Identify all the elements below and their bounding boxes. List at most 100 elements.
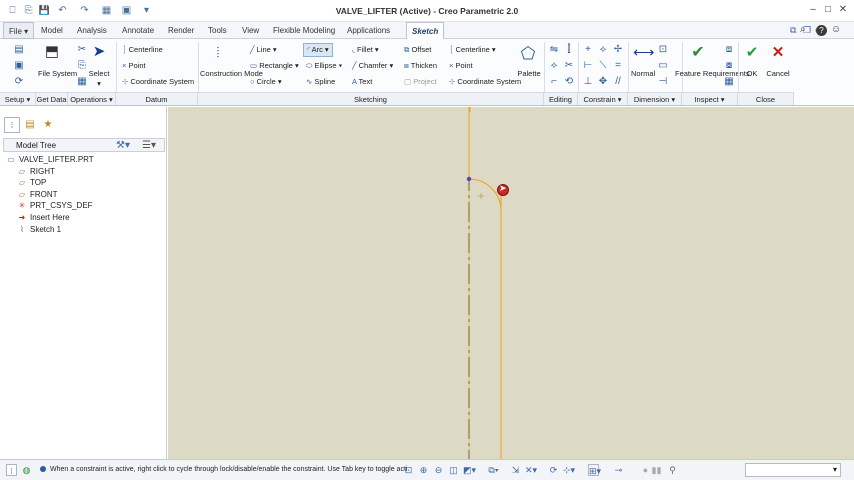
cancel-x-icon[interactable]: ✕ bbox=[770, 44, 786, 62]
group-dimension[interactable]: Dimension ▾ bbox=[628, 92, 682, 105]
normal-dimension-icon[interactable]: ⟷ bbox=[633, 44, 655, 62]
tab-file[interactable]: File ▾ bbox=[3, 22, 35, 39]
modify-icon[interactable]: ⇋ bbox=[548, 44, 560, 56]
redo-icon[interactable]: ↷ bbox=[78, 4, 91, 17]
feature-requirements-icon[interactable]: ✔ bbox=[688, 43, 708, 63]
divide-icon[interactable]: ⟡ bbox=[548, 60, 560, 72]
overlapping-geometry-icon[interactable]: ⧇ bbox=[723, 60, 735, 72]
customize-dropdown-icon[interactable]: ▾ bbox=[140, 4, 153, 17]
palette-button[interactable]: Palette bbox=[516, 69, 542, 79]
baseline-icon[interactable]: ▭ bbox=[657, 60, 669, 72]
group-operations[interactable]: Operations ▾ bbox=[68, 92, 116, 105]
saved-views-icon[interactable]: ⧉▾ bbox=[488, 464, 499, 476]
file-system-button[interactable]: File System bbox=[38, 69, 77, 79]
constrain-parallel-icon[interactable]: // bbox=[612, 76, 624, 88]
tab-sketch[interactable]: Sketch bbox=[406, 22, 444, 39]
model-tree-item[interactable]: ▱ RIGHT bbox=[16, 166, 55, 177]
repaint-icon[interactable]: ◫ bbox=[448, 464, 459, 476]
model-tree-item[interactable]: ➜ Insert Here bbox=[16, 212, 70, 223]
construction-mode-icon[interactable]: ⦙ bbox=[209, 43, 227, 61]
tree-settings-icon[interactable]: ⚒▾ bbox=[116, 140, 130, 151]
circle-button[interactable]: ○ Circle ▾ bbox=[250, 77, 282, 87]
constrain-perpendicular-icon[interactable]: ⊥ bbox=[582, 76, 594, 88]
show-filters-icon[interactable]: ☰▾ bbox=[142, 140, 156, 151]
ellipse-button[interactable]: ⬭ Ellipse ▾ bbox=[306, 61, 342, 71]
normal-dimension-button[interactable]: Normal bbox=[631, 69, 655, 79]
corner-icon[interactable]: ⌐ bbox=[548, 76, 560, 88]
cancel-button[interactable]: Cancel bbox=[764, 69, 792, 79]
constrain-midpoint-icon[interactable]: ✢ bbox=[612, 44, 624, 56]
constrain-equal-icon[interactable]: = bbox=[612, 60, 624, 72]
highlight-open-ends-icon[interactable]: ⧈ bbox=[723, 44, 735, 56]
line-button[interactable]: ╱ Line ▾ bbox=[250, 45, 277, 55]
fillet-button[interactable]: ◟ Fillet ▾ bbox=[352, 45, 379, 55]
feature-requirements-button[interactable]: Feature Requirements bbox=[675, 69, 750, 78]
tab-annotate[interactable]: Annotate bbox=[117, 22, 159, 39]
sketch-canvas[interactable] bbox=[168, 107, 854, 459]
model-tree-item[interactable]: ▱ TOP bbox=[16, 177, 46, 188]
help-windows-icon[interactable]: ⧉ bbox=[790, 25, 796, 36]
maximize-button[interactable]: □ bbox=[821, 4, 835, 17]
rotate-resize-icon[interactable]: ⟲ bbox=[563, 76, 575, 88]
model-tree-item[interactable]: ▭ VALVE_LIFTER.PRT bbox=[5, 154, 93, 165]
model-tree-item[interactable]: ⌇ Sketch 1 bbox=[16, 224, 61, 235]
shade-closed-loops-icon[interactable]: ▦ bbox=[723, 76, 735, 88]
cut-icon[interactable]: ✂ bbox=[76, 44, 88, 56]
help-icon[interactable]: ? bbox=[816, 25, 827, 36]
reference-dimension-icon[interactable]: ⊣ bbox=[657, 76, 669, 88]
mirror-icon[interactable]: ⫿ bbox=[563, 44, 575, 56]
constrain-tangent-icon[interactable]: ⟡ bbox=[597, 44, 609, 56]
save-icon[interactable]: 💾 bbox=[38, 4, 51, 17]
group-get-data[interactable]: Get Data bbox=[36, 92, 68, 105]
reference-icon[interactable]: ▣ bbox=[12, 60, 26, 72]
regenerate-icon[interactable]: ▦ bbox=[100, 4, 113, 17]
thicken-button[interactable]: ⧈ Thicken bbox=[404, 61, 437, 71]
constrain-coincident-icon[interactable]: ⟍ bbox=[597, 60, 609, 72]
ok-button[interactable]: OK bbox=[743, 69, 761, 79]
select-arrow-icon[interactable]: ➤ bbox=[92, 44, 106, 60]
group-inspect[interactable]: Inspect ▾ bbox=[682, 92, 738, 105]
open-icon[interactable]: ⎘ bbox=[22, 4, 35, 17]
constrain-symmetric-icon[interactable]: ✥ bbox=[597, 76, 609, 88]
copy-icon[interactable]: ⎘ bbox=[76, 60, 88, 72]
tab-tools[interactable]: Tools bbox=[203, 22, 232, 39]
user-icon[interactable]: ☺ bbox=[831, 24, 841, 35]
group-sketching[interactable]: Sketching bbox=[198, 92, 544, 105]
snap-icon[interactable]: ⊸ bbox=[613, 464, 624, 476]
sketcher-display-icon[interactable]: ⊞▾ bbox=[588, 464, 601, 476]
refit-icon[interactable]: ⊡ bbox=[403, 464, 414, 476]
search-icon[interactable]: ⌕ bbox=[800, 24, 806, 35]
model-tree-item[interactable]: ▱ FRONT bbox=[16, 189, 58, 200]
datum-centerline-button[interactable]: ┆ Centerline bbox=[122, 45, 163, 55]
group-close[interactable]: Close bbox=[738, 92, 794, 105]
selection-filter-dropdown[interactable]: ▾ bbox=[745, 463, 841, 477]
folder-browser-tab-icon[interactable]: ▤ bbox=[22, 117, 38, 133]
zoom-out-icon[interactable]: ⊖ bbox=[433, 464, 444, 476]
tab-applications[interactable]: Applications bbox=[342, 22, 395, 39]
arc-button[interactable]: ◜ Arc ▾ bbox=[303, 43, 333, 57]
project-button[interactable]: ▢ Project bbox=[404, 77, 437, 87]
datum-csys-button[interactable]: ⊹ Coordinate System bbox=[122, 77, 194, 87]
undo-icon[interactable]: ↶ bbox=[56, 4, 69, 17]
windows-icon[interactable]: ▣ bbox=[120, 4, 133, 17]
model-tree-tab-icon[interactable]: ⁝ bbox=[4, 117, 20, 133]
offset-button[interactable]: ⧉ Offset bbox=[404, 45, 431, 55]
group-datum[interactable]: Datum bbox=[116, 92, 198, 105]
sketch-endpoint[interactable] bbox=[466, 176, 472, 182]
tab-render[interactable]: Render bbox=[163, 22, 199, 39]
spline-button[interactable]: ∿ Spline bbox=[306, 77, 335, 87]
browser-toggle-icon[interactable]: ◍ bbox=[21, 464, 32, 476]
chamfer-button[interactable]: ╱ Chamfer ▾ bbox=[352, 61, 393, 71]
find-icon[interactable]: ⚲ bbox=[667, 464, 678, 476]
group-constrain[interactable]: Constrain ▾ bbox=[578, 92, 628, 105]
sketch-point-button[interactable]: × Point bbox=[449, 61, 473, 71]
close-window-button[interactable]: ✕ bbox=[836, 4, 850, 17]
sketch-csys-button[interactable]: ⊹ Coordinate System bbox=[449, 77, 521, 87]
tab-analysis[interactable]: Analysis bbox=[72, 22, 112, 39]
sketch-view-icon[interactable]: ⟳ bbox=[12, 76, 26, 88]
spin-center-icon[interactable]: ⟳ bbox=[548, 464, 559, 476]
file-system-icon[interactable]: ⬒ bbox=[42, 44, 62, 60]
tab-view[interactable]: View bbox=[237, 22, 264, 39]
new-icon[interactable]: ⎕ bbox=[6, 4, 19, 17]
constrain-horizontal-icon[interactable]: ⊢ bbox=[582, 60, 594, 72]
